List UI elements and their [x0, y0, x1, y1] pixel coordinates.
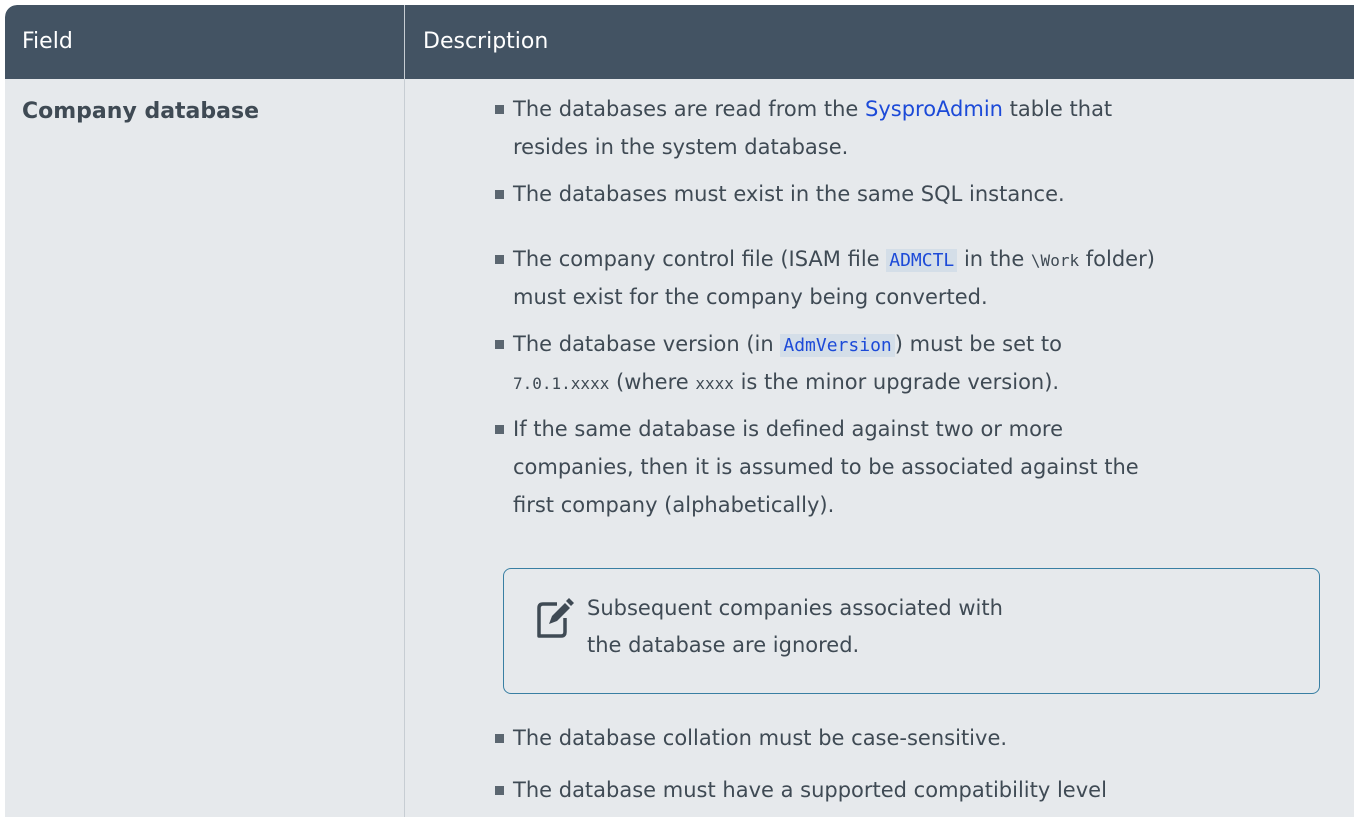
minor-version-code: xxxx: [695, 374, 734, 393]
note-text: Subsequent companies associated with the…: [587, 590, 1003, 664]
sysproadmin-link[interactable]: SysproAdmin: [865, 97, 1003, 121]
bullet-1-line-1: The databases are read from the SysproAd…: [513, 90, 1112, 128]
note-line-2: the database are ignored.: [587, 633, 860, 657]
text: The company control file (ISAM file: [513, 247, 887, 271]
bullet-5-line-3: first company (alphabetically).: [513, 493, 835, 517]
bullet-2-line-1: The databases must exist in the same SQL…: [513, 182, 1065, 206]
bullet-5-line-1: If the same database is defined against …: [513, 417, 1064, 441]
bullet-marker: [495, 340, 504, 349]
text: in the: [957, 247, 1031, 271]
bullet-3-line-2: must exist for the company being convert…: [513, 285, 988, 309]
text: The database version (in: [513, 332, 781, 356]
text: (where: [609, 370, 696, 394]
bullet-1-line-2: resides in the system database.: [513, 135, 849, 159]
bullet-3-line-1: The company control file (ISAM file ADMC…: [513, 240, 1155, 280]
text: The databases are read from the: [513, 97, 865, 121]
work-folder-path: \Work: [1030, 251, 1080, 270]
text: table that: [1002, 97, 1113, 121]
bullet-marker: [495, 105, 504, 114]
text: folder): [1079, 247, 1155, 271]
bullet-marker: [495, 425, 504, 434]
text: ) must be set to: [894, 332, 1063, 356]
admversion-link[interactable]: AdmVersion: [780, 334, 895, 357]
bullet-6-line-1: The database collation must be case-sens…: [513, 726, 1008, 750]
bullet-marker: [495, 786, 504, 795]
note-callout: Subsequent companies associated with the…: [503, 568, 1320, 694]
bullet-marker: [495, 255, 504, 264]
note-line-1: Subsequent companies associated with: [587, 596, 1003, 620]
text: is the minor upgrade version).: [733, 370, 1060, 394]
bullet-5-line-2: companies, then it is assumed to be asso…: [513, 455, 1139, 479]
bullet-marker: [495, 190, 504, 199]
version-code: 7.0.1.xxxx: [513, 374, 610, 393]
admctl-link[interactable]: ADMCTL: [886, 249, 958, 272]
bullet-4-line-1: The database version (in AdmVersion) mus…: [513, 325, 1062, 365]
fields-table: Field Description Company database The d…: [5, 5, 1354, 817]
description-bullets: The databases are read from the SysproAd…: [5, 5, 1354, 817]
bullet-4-line-2: 7.0.1.xxxx (where xxxx is the minor upgr…: [513, 363, 1059, 403]
note-edit-icon: [537, 598, 574, 638]
bullet-7-line-1: The database must have a supported compa…: [513, 778, 1107, 802]
bullet-marker: [495, 734, 504, 743]
